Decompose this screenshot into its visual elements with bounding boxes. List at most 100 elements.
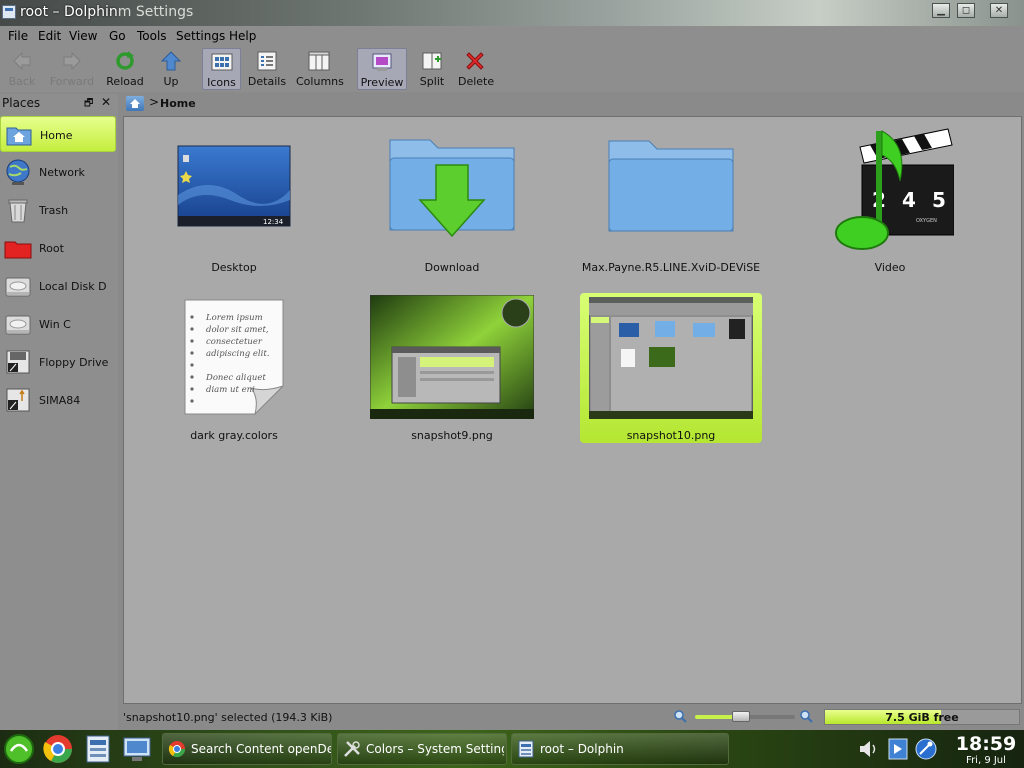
file-item-snapshot9[interactable]: snapshot9.png	[361, 293, 543, 443]
file-item-snapshot10[interactable]: snapshot10.png	[580, 293, 762, 443]
zoom-out-icon[interactable]	[674, 710, 687, 723]
clock-time: 18:59	[955, 733, 1017, 755]
places-item-root[interactable]: Root	[0, 230, 116, 266]
places-item-home[interactable]: Home	[0, 116, 116, 152]
chrome-launcher-icon[interactable]	[42, 733, 74, 765]
show-desktop-icon[interactable]	[122, 734, 152, 764]
icons-view-icon	[211, 53, 232, 71]
places-item-trash[interactable]: Trash	[0, 192, 116, 228]
icons-view-button[interactable]: Icons	[202, 48, 241, 90]
dolphin-icon	[518, 740, 534, 758]
home-folder-icon	[6, 127, 32, 146]
desktop-thumbnail-icon: 12:34	[177, 145, 291, 227]
menu-settings[interactable]: Settings	[176, 29, 225, 43]
breadcrumb: > Home	[122, 94, 1022, 114]
svg-text:12:34: 12:34	[263, 218, 284, 226]
clock-date: Fri, 9 Jul	[966, 755, 1006, 766]
menu-tools[interactable]: Tools	[137, 29, 167, 43]
main-toolbar: Back Forward Reload Up Icons Details Col…	[0, 46, 1024, 92]
video-clapperboard-icon: 2 4 5 OXYGEN	[835, 128, 954, 250]
back-button[interactable]: Back	[2, 48, 42, 90]
free-space-text: 7.5 GiB free	[885, 711, 959, 724]
split-view-icon	[422, 52, 442, 70]
file-item-video[interactable]: 2 4 5 OXYGEN Video	[799, 125, 981, 275]
svg-text:4: 4	[902, 188, 916, 212]
window-titlebar[interactable]: root – Dolphinm Settings ▁ ◻ ✕	[0, 0, 1024, 26]
split-button[interactable]: Split	[418, 48, 446, 90]
back-arrow-icon	[13, 51, 31, 71]
reload-icon	[116, 51, 134, 70]
taskbar-clock[interactable]: 18:59 Fri, 9 Jul	[950, 733, 1022, 766]
klipper-clipboard-icon[interactable]	[887, 736, 909, 762]
places-item-floppy-drive[interactable]: Floppy Drive	[0, 344, 116, 380]
svg-text:consectetuer: consectetuer	[206, 337, 263, 347]
text-document-icon: Lorem ipsum dolor sit amet, consectetuer…	[184, 299, 284, 415]
forward-arrow-icon	[63, 51, 81, 71]
breadcrumb-home-icon[interactable]	[126, 96, 144, 111]
breadcrumb-separator: >	[149, 95, 160, 109]
application-launcher-icon[interactable]	[3, 733, 35, 765]
maximize-button[interactable]: ◻	[957, 3, 975, 18]
svg-text:adipiscing elit.: adipiscing elit.	[206, 349, 269, 359]
svg-text:5: 5	[932, 188, 946, 212]
red-folder-icon	[4, 241, 32, 259]
up-button[interactable]: Up	[156, 48, 186, 90]
screenshot-thumbnail-icon	[370, 295, 534, 419]
task-root-dolphin[interactable]: root – Dolphin	[511, 733, 729, 765]
settings-tools-icon	[344, 741, 360, 757]
details-view-button[interactable]: Details	[247, 48, 287, 90]
details-view-icon	[257, 51, 277, 71]
chrome-icon	[168, 741, 186, 758]
trash-icon	[8, 199, 28, 223]
dolphin-app-icon[interactable]	[2, 5, 16, 19]
file-manager-launcher-icon[interactable]	[84, 734, 112, 764]
places-item-sima84[interactable]: SIMA84	[0, 382, 116, 418]
close-button[interactable]: ✕	[990, 3, 1008, 18]
volume-speaker-icon[interactable]	[858, 739, 880, 759]
floppy-drive-icon	[6, 350, 30, 374]
steam-tray-icon[interactable]	[914, 736, 938, 762]
file-item-max-payne-folder[interactable]: Max.Payne.R5.LINE.XviD-DEViSE	[580, 125, 762, 275]
window-title: root – Dolphinm Settings	[20, 4, 194, 20]
menu-go[interactable]: Go	[109, 29, 126, 43]
close-panel-button[interactable]: ✕	[101, 95, 111, 109]
selection-status-text: 'snapshot10.png' selected (194.3 KiB)	[123, 711, 333, 724]
places-title: Places	[2, 96, 41, 110]
up-arrow-icon	[160, 51, 182, 71]
menu-view[interactable]: View	[69, 29, 97, 43]
menu-file[interactable]: File	[8, 29, 28, 43]
places-item-win-c[interactable]: Win C	[0, 306, 116, 342]
columns-view-button[interactable]: Columns	[296, 48, 344, 90]
status-bar: 'snapshot10.png' selected (194.3 KiB) 7.…	[123, 708, 1022, 726]
minimize-button[interactable]: ▁	[932, 3, 950, 18]
delete-button[interactable]: Delete	[458, 48, 494, 90]
preview-button[interactable]: Preview	[357, 48, 407, 90]
zoom-slider-handle[interactable]	[732, 711, 750, 722]
network-globe-icon	[6, 159, 30, 185]
file-item-desktop[interactable]: 12:34 Desktop	[143, 125, 325, 275]
file-item-dark-gray-colors[interactable]: Lorem ipsum dolor sit amet, consectetuer…	[143, 293, 325, 443]
places-item-local-disk-d[interactable]: Local Disk D	[0, 268, 116, 304]
menu-help[interactable]: Help	[229, 29, 256, 43]
dock-panel-button[interactable]: 🗗	[84, 96, 93, 113]
delete-x-icon	[466, 52, 484, 70]
breadcrumb-current[interactable]: Home	[160, 97, 196, 110]
taskbar: Search Content openDesktop.o Colors – Sy…	[0, 730, 1024, 768]
forward-button[interactable]: Forward	[48, 48, 96, 90]
file-view[interactable]: 12:34 Desktop Download Max.Payne.R5.LINE…	[123, 116, 1022, 704]
task-colors-system-settings[interactable]: Colors – System Settings	[337, 733, 507, 765]
reload-button[interactable]: Reload	[105, 48, 145, 90]
zoom-in-icon[interactable]	[800, 710, 813, 723]
hard-disk-icon	[5, 277, 31, 297]
download-folder-icon	[389, 139, 515, 238]
screenshot-thumbnail-icon	[589, 297, 753, 419]
svg-text:OXYGEN: OXYGEN	[916, 218, 937, 224]
task-search-content-opendesktop[interactable]: Search Content openDesktop.o	[162, 733, 332, 765]
menu-edit[interactable]: Edit	[38, 29, 61, 43]
usb-drive-icon	[6, 388, 30, 412]
places-item-network[interactable]: Network	[0, 154, 116, 190]
preview-icon	[372, 53, 392, 71]
file-item-download[interactable]: Download	[361, 125, 543, 275]
menu-bar: File Edit View Go Tools Settings Help	[0, 26, 1024, 46]
svg-text:dolor sit amet,: dolor sit amet,	[206, 325, 269, 335]
